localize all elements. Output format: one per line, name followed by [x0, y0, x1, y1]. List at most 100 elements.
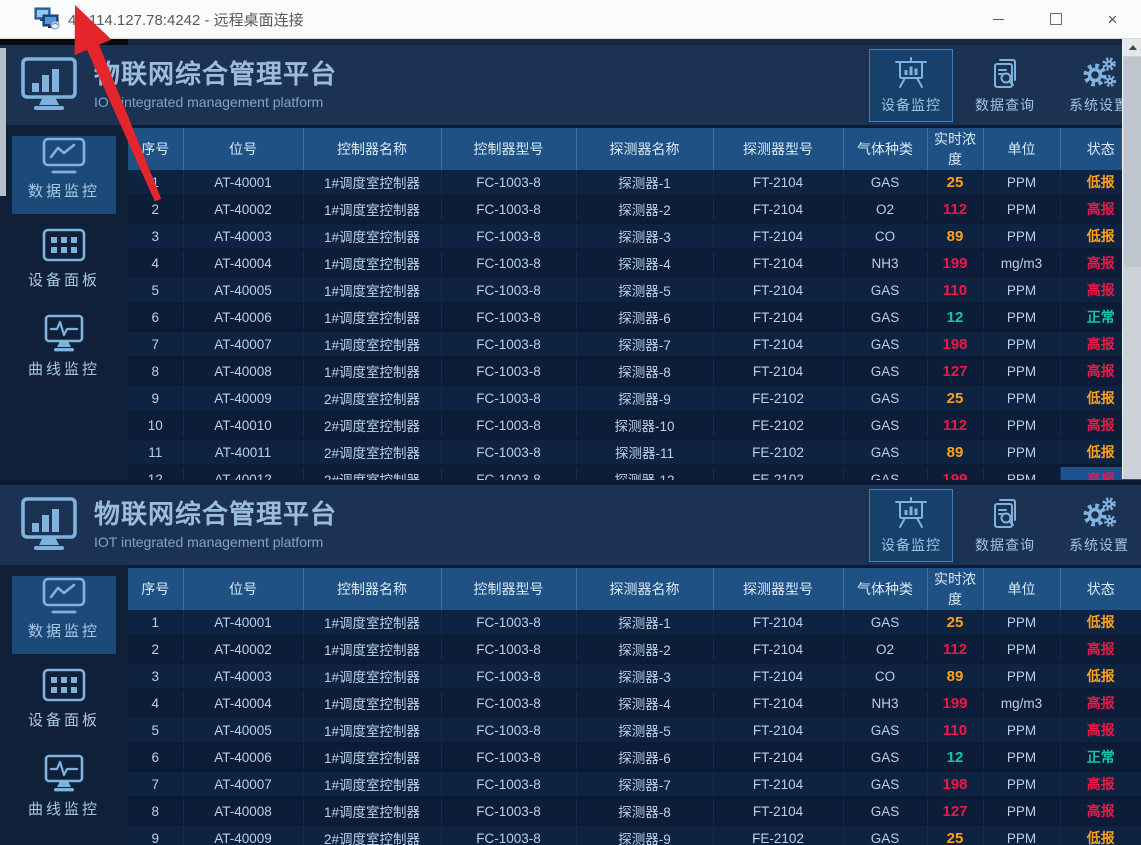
table-row[interactable]: 9AT-400092#调度室控制器FC-1003-8探测器-9FE-2102GA…: [128, 385, 1141, 412]
sidebar-label: 设备面板: [12, 709, 116, 730]
nav-data-query[interactable]: 数据查询: [963, 49, 1047, 122]
table-row[interactable]: 5AT-400051#调度室控制器FC-1003-8探测器-5FT-2104GA…: [128, 717, 1141, 744]
table-row[interactable]: 2AT-400021#调度室控制器FC-1003-8探测器-2FT-2104O2…: [128, 196, 1141, 223]
cell-concentration: 127: [927, 798, 983, 825]
cell-tag: AT-40009: [183, 385, 303, 412]
close-button[interactable]: ×: [1084, 0, 1141, 38]
cell-controller-name: 1#调度室控制器: [303, 304, 441, 331]
table-row[interactable]: 3AT-400031#调度室控制器FC-1003-8探测器-3FT-2104CO…: [128, 663, 1141, 690]
cell-detector-name: 探测器-2: [576, 636, 713, 663]
column-header-concentration: 实时浓度: [927, 128, 983, 170]
cell-no: 12: [128, 466, 183, 481]
table-row[interactable]: 9AT-400092#调度室控制器FC-1003-8探测器-9FE-2102GA…: [128, 825, 1141, 845]
table-row[interactable]: 10AT-400102#调度室控制器FC-1003-8探测器-10FE-2102…: [128, 412, 1141, 439]
sidebar-label: 数据监控: [12, 180, 116, 201]
system-settings-gear-icon: [1081, 495, 1117, 531]
cell-controller-model: FC-1003-8: [441, 331, 576, 358]
table-row[interactable]: 8AT-400081#调度室控制器FC-1003-8探测器-8FT-2104GA…: [128, 358, 1141, 385]
sidebar-item-curve-monitoring[interactable]: 曲线监控: [12, 314, 116, 392]
sidebar-label: 曲线监控: [12, 358, 116, 379]
cell-unit: PPM: [983, 170, 1060, 196]
table-row[interactable]: 1AT-400011#调度室控制器FC-1003-8探测器-1FT-2104GA…: [128, 170, 1141, 196]
column-header-unit: 单位: [983, 128, 1060, 170]
table-row[interactable]: 3AT-400031#调度室控制器FC-1003-8探测器-3FT-2104CO…: [128, 223, 1141, 250]
cell-detector-model: FT-2104: [713, 223, 843, 250]
table-row[interactable]: 1AT-400011#调度室控制器FC-1003-8探测器-1FT-2104GA…: [128, 610, 1141, 636]
cell-detector-model: FT-2104: [713, 744, 843, 771]
cell-detector-model: FT-2104: [713, 358, 843, 385]
cell-controller-name: 2#调度室控制器: [303, 439, 441, 466]
curve-monitoring-icon: [41, 754, 87, 796]
cell-tag: AT-40005: [183, 277, 303, 304]
nav-device-monitoring[interactable]: 设备监控: [869, 489, 953, 562]
table-row[interactable]: 6AT-400061#调度室控制器FC-1003-8探测器-6FT-2104GA…: [128, 304, 1141, 331]
table-row[interactable]: 4AT-400041#调度室控制器FC-1003-8探测器-4FT-2104NH…: [128, 690, 1141, 717]
table-row[interactable]: 7AT-400071#调度室控制器FC-1003-8探测器-7FT-2104GA…: [128, 331, 1141, 358]
maximize-icon: [1050, 13, 1062, 25]
table-row[interactable]: 7AT-400071#调度室控制器FC-1003-8探测器-7FT-2104GA…: [128, 771, 1141, 798]
top-strip-blue: [128, 38, 1141, 45]
titles: 物联网综合管理平台 IOT integrated management plat…: [94, 500, 337, 550]
cell-concentration: 110: [927, 717, 983, 744]
cell-controller-model: FC-1003-8: [441, 771, 576, 798]
sidebar: 数据监控 设备面板: [0, 125, 128, 480]
cell-detector-model: FT-2104: [713, 331, 843, 358]
minimize-button[interactable]: [970, 0, 1027, 38]
sidebar-item-curve-monitoring[interactable]: 曲线监控: [12, 754, 116, 832]
cell-unit: PPM: [983, 358, 1060, 385]
cell-controller-name: 1#调度室控制器: [303, 798, 441, 825]
cell-concentration: 89: [927, 663, 983, 690]
sidebar-item-device-panel[interactable]: 设备面板: [12, 225, 116, 303]
scrollbar-up-button[interactable]: [1123, 38, 1141, 56]
sidebar-item-device-panel[interactable]: 设备面板: [12, 665, 116, 743]
cell-controller-model: FC-1003-8: [441, 466, 576, 481]
chevron-up-icon: [1129, 45, 1137, 50]
cell-detector-name: 探测器-6: [576, 744, 713, 771]
sidebar-item-data-monitoring[interactable]: 数据监控: [12, 576, 116, 654]
column-header-gas-type: 气体种类: [843, 568, 927, 610]
table-row[interactable]: 12AT-400122#调度室控制器FC-1003-8探测器-12FE-2102…: [128, 466, 1141, 481]
cell-concentration: 199: [927, 690, 983, 717]
table-row[interactable]: 4AT-400041#调度室控制器FC-1003-8探测器-4FT-2104NH…: [128, 250, 1141, 277]
cell-controller-model: FC-1003-8: [441, 744, 576, 771]
cell-gas-type: O2: [843, 196, 927, 223]
cell-controller-model: FC-1003-8: [441, 196, 576, 223]
cell-controller-name: 1#调度室控制器: [303, 170, 441, 196]
cell-tag: AT-40001: [183, 170, 303, 196]
cell-status: 高报: [1060, 771, 1141, 798]
table-row[interactable]: 6AT-400061#调度室控制器FC-1003-8探测器-6FT-2104GA…: [128, 744, 1141, 771]
cell-detector-model: FT-2104: [713, 304, 843, 331]
cell-no: 6: [128, 744, 183, 771]
table-row[interactable]: 8AT-400081#调度室控制器FC-1003-8探测器-8FT-2104GA…: [128, 798, 1141, 825]
sidebar-item-data-monitoring[interactable]: 数据监控: [12, 136, 116, 214]
table-row[interactable]: 2AT-400021#调度室控制器FC-1003-8探测器-2FT-2104O2…: [128, 636, 1141, 663]
vertical-scrollbar[interactable]: [1122, 38, 1141, 479]
cell-status: 低报: [1060, 610, 1141, 636]
cell-gas-type: GAS: [843, 170, 927, 196]
cell-concentration: 199: [927, 466, 983, 481]
cell-tag: AT-40005: [183, 717, 303, 744]
nav-system-settings[interactable]: 系统设置: [1057, 489, 1141, 562]
cell-unit: PPM: [983, 331, 1060, 358]
maximize-button[interactable]: [1027, 0, 1084, 38]
data-monitoring-icon: [41, 136, 87, 178]
cell-controller-model: FC-1003-8: [441, 610, 576, 636]
cell-tag: AT-40007: [183, 331, 303, 358]
app-header: 物联网综合管理平台 IOT integrated management plat…: [0, 45, 1141, 125]
cell-concentration: 12: [927, 744, 983, 771]
cell-detector-model: FT-2104: [713, 690, 843, 717]
scrollbar-thumb[interactable]: [1124, 57, 1141, 267]
cell-controller-name: 1#调度室控制器: [303, 663, 441, 690]
background-window-edge: [0, 48, 6, 196]
nav-data-query[interactable]: 数据查询: [963, 489, 1047, 562]
nav-device-monitoring[interactable]: 设备监控: [869, 49, 953, 122]
window-title: 47.114.127.78:4242 - 远程桌面连接: [68, 9, 304, 30]
column-header-unit: 单位: [983, 568, 1060, 610]
table-row[interactable]: 11AT-400112#调度室控制器FC-1003-8探测器-11FE-2102…: [128, 439, 1141, 466]
cell-detector-name: 探测器-3: [576, 663, 713, 690]
cell-detector-model: FT-2104: [713, 610, 843, 636]
cell-detector-name: 探测器-4: [576, 690, 713, 717]
cell-tag: AT-40002: [183, 196, 303, 223]
table-row[interactable]: 5AT-400051#调度室控制器FC-1003-8探测器-5FT-2104GA…: [128, 277, 1141, 304]
cell-unit: PPM: [983, 412, 1060, 439]
